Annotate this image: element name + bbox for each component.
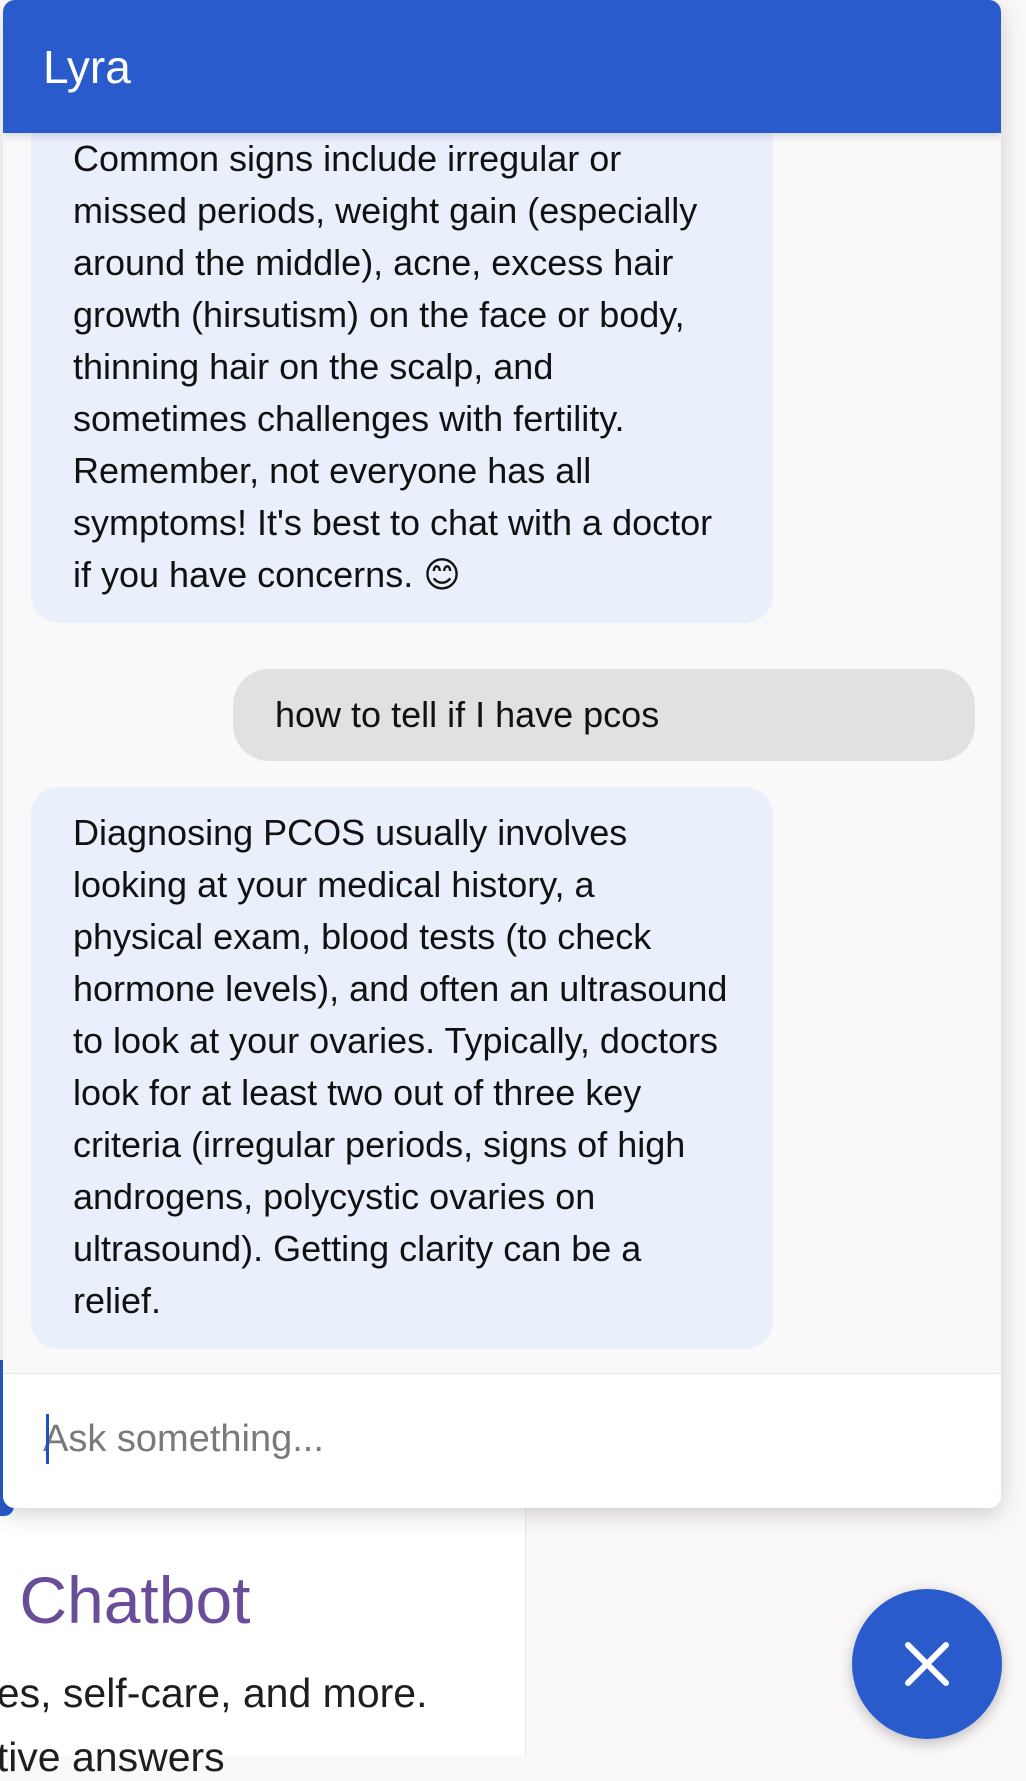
user-message: how to tell if I have pcos <box>233 669 975 761</box>
chat-title: Lyra <box>43 41 131 93</box>
chat-header: Lyra <box>3 0 1001 133</box>
chat-input-bar <box>3 1373 1001 1508</box>
background-page-subtitle-2: ative answers <box>0 1734 225 1780</box>
close-icon <box>905 1642 949 1686</box>
bot-message: Diagnosing PCOS usually involves looking… <box>31 787 773 1349</box>
chat-input[interactable] <box>43 1404 943 1474</box>
message-list[interactable]: Common signs include irregular or missed… <box>3 133 1001 1373</box>
chat-window: Lyra Common signs include irregular or m… <box>3 0 1001 1508</box>
close-chat-button[interactable] <box>852 1589 1002 1739</box>
background-page-subtitle: nes, self-care, and more. <box>0 1670 428 1716</box>
bot-message: Common signs include irregular or missed… <box>31 133 773 623</box>
background-page-title: c Chatbot <box>0 1563 251 1637</box>
text-caret <box>46 1414 49 1464</box>
